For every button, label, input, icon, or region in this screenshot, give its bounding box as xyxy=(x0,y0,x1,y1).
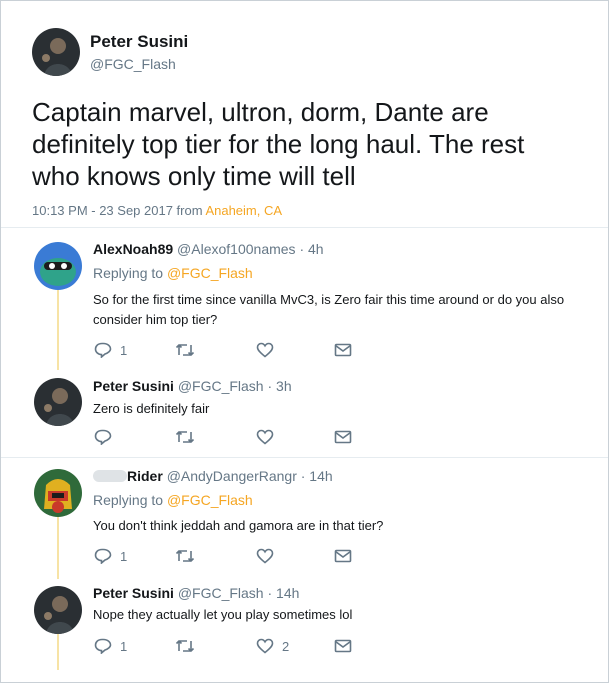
reply-text-line: Zero is definitely fair xyxy=(93,401,210,416)
reply-header: Peter Susini @FGC_Flash · 14h xyxy=(93,585,299,601)
avatar[interactable] xyxy=(32,28,80,76)
reply-header: AlexNoah89 @Alexof100names · 4h xyxy=(93,241,324,257)
author-name[interactable]: Peter Susini xyxy=(90,32,188,52)
retweet-icon xyxy=(175,548,195,564)
avatar[interactable] xyxy=(34,242,82,290)
reply-header: Peter Susini @FGC_Flash · 3h xyxy=(93,378,292,394)
thread-line xyxy=(57,517,59,579)
reply-time[interactable]: · 3h xyxy=(268,378,292,394)
tweet-text-line: who knows only time will tell xyxy=(32,161,356,191)
like-icon xyxy=(256,548,274,564)
reply-time[interactable]: · 4h xyxy=(299,241,323,257)
divider xyxy=(1,227,608,228)
reply-author-name[interactable]: Rider xyxy=(127,468,163,484)
reply-author-handle[interactable]: @FGC_Flash xyxy=(178,378,264,394)
retweet-icon xyxy=(175,638,195,654)
location-link[interactable]: Anaheim, CA xyxy=(205,203,282,218)
replying-to: Replying to @FGC_Flash xyxy=(93,265,253,281)
like-icon xyxy=(256,638,274,654)
avatar[interactable] xyxy=(34,378,82,426)
reply-icon xyxy=(94,429,112,445)
tweet-text-line: definitely top tier for the long haul. T… xyxy=(32,129,525,159)
timestamp-text[interactable]: 10:13 PM - 23 Sep 2017 from xyxy=(32,203,205,218)
reply-button[interactable] xyxy=(94,429,120,445)
redacted-name-blur xyxy=(93,470,127,482)
tweet-timestamp: 10:13 PM - 23 Sep 2017 from Anaheim, CA xyxy=(32,203,282,218)
like-button[interactable]: 2 xyxy=(256,638,289,654)
replying-to: Replying to @FGC_Flash xyxy=(93,492,253,508)
reply-count: 1 xyxy=(120,548,128,564)
reply-text-line: You don't think jeddah and gamora are in… xyxy=(93,518,384,533)
reply-text-line: Nope they actually let you play sometime… xyxy=(93,607,353,622)
avatar[interactable] xyxy=(34,469,82,517)
message-icon xyxy=(334,430,352,444)
divider xyxy=(1,457,608,458)
replying-to-link[interactable]: @FGC_Flash xyxy=(167,265,253,281)
retweet-icon xyxy=(175,342,195,358)
thread-line xyxy=(57,290,59,370)
reply-icon xyxy=(94,342,112,358)
reply-text-line: consider him top tier? xyxy=(93,312,218,327)
reply-author-handle[interactable]: @Alexof100names xyxy=(177,241,296,257)
reply-button[interactable]: 1 xyxy=(94,638,127,654)
like-button[interactable] xyxy=(256,429,282,445)
like-icon xyxy=(256,342,274,358)
reply-button[interactable]: 1 xyxy=(94,548,127,564)
reply-time[interactable]: · 14h xyxy=(268,585,300,601)
like-count: 2 xyxy=(282,638,290,654)
reply-icon xyxy=(94,548,112,564)
like-button[interactable] xyxy=(256,342,282,358)
reply-count: 1 xyxy=(120,638,128,654)
reply-author-name[interactable]: Peter Susini xyxy=(93,378,174,394)
message-button[interactable] xyxy=(334,639,352,653)
message-button[interactable] xyxy=(334,430,352,444)
reply-text-line: So for the first time since vanilla MvC3… xyxy=(93,292,565,307)
retweet-button[interactable] xyxy=(175,429,203,445)
like-icon xyxy=(256,429,274,445)
reply-icon xyxy=(94,638,112,654)
message-icon xyxy=(334,549,352,563)
message-icon xyxy=(334,639,352,653)
replying-to-label: Replying to xyxy=(93,492,167,508)
message-button[interactable] xyxy=(334,549,352,563)
reply-time[interactable]: · 14h xyxy=(301,468,333,484)
retweet-button[interactable] xyxy=(175,342,203,358)
avatar[interactable] xyxy=(34,586,82,634)
reply-author-handle[interactable]: @FGC_Flash xyxy=(178,585,264,601)
tweet-text-line: Captain marvel, ultron, dorm, Dante are xyxy=(32,97,489,127)
reply-button[interactable]: 1 xyxy=(94,342,127,358)
reply-count: 1 xyxy=(120,342,128,358)
like-button[interactable] xyxy=(256,548,282,564)
message-button[interactable] xyxy=(334,343,352,357)
replying-to-link[interactable]: @FGC_Flash xyxy=(167,492,253,508)
reply-author-handle[interactable]: @AndyDangerRangr xyxy=(167,468,297,484)
reply-header: Rider @AndyDangerRangr · 14h xyxy=(93,468,333,484)
retweet-button[interactable] xyxy=(175,638,203,654)
reply-author-name[interactable]: AlexNoah89 xyxy=(93,241,173,257)
thread-line xyxy=(57,634,59,670)
retweet-icon xyxy=(175,429,195,445)
reply-author-name[interactable]: Peter Susini xyxy=(93,585,174,601)
replying-to-label: Replying to xyxy=(93,265,167,281)
retweet-button[interactable] xyxy=(175,548,203,564)
author-handle[interactable]: @FGC_Flash xyxy=(90,56,176,72)
message-icon xyxy=(334,343,352,357)
